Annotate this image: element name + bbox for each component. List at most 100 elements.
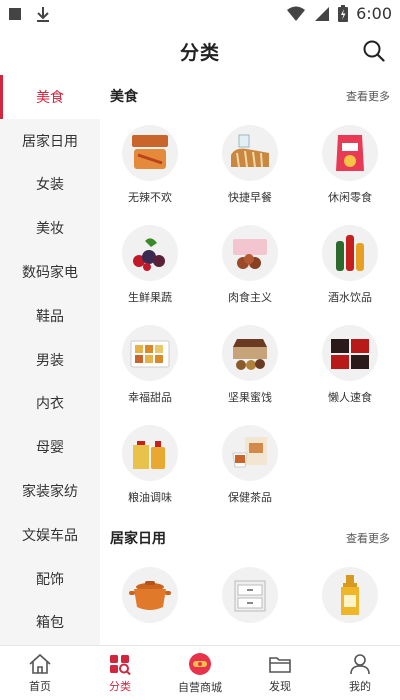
tab-label: 自营商城 (178, 680, 222, 694)
view-more-link[interactable]: 查看更多 (346, 530, 390, 546)
subcategory-label: 保健茶品 (228, 491, 272, 504)
sidebar-item-underwear[interactable]: 内衣 (0, 382, 100, 426)
subcategory-label: 无辣不欢 (128, 191, 172, 204)
notification-square-icon (9, 7, 21, 20)
subcategory-item[interactable] (100, 559, 200, 645)
sidebar-item-label: 居家日用 (22, 133, 78, 150)
sidebar-item-home-textile[interactable]: 家装家纺 (0, 469, 100, 513)
mall-icon (189, 652, 211, 675)
section-title: 居家日用 (110, 531, 166, 547)
sidebar-item-accessories[interactable]: 配饰 (0, 557, 100, 601)
sidebar-item-beauty[interactable]: 美妆 (0, 206, 100, 250)
tab-profile[interactable]: 我的 (320, 646, 400, 700)
shampoo-icon (322, 567, 378, 623)
nuts-icon (222, 325, 278, 381)
tab-discover[interactable]: 发现 (240, 646, 320, 700)
sidebar-item-food[interactable]: 美食 (0, 75, 100, 119)
sidebar-item-label: 男装 (36, 352, 64, 369)
subcategory-label: 坚果蜜饯 (228, 391, 272, 404)
subcategory-label: 肉食主义 (228, 291, 272, 304)
battery-icon (338, 5, 349, 22)
subcategory-label: 快捷早餐 (228, 191, 272, 204)
subcategory-item[interactable] (200, 559, 300, 645)
subcategory-item[interactable]: 保健茶品 (200, 417, 300, 517)
subcategory-label: 休闲零食 (328, 191, 372, 204)
wifi-icon (287, 6, 306, 21)
sidebar-item-label: 配饰 (36, 571, 64, 588)
sidebar-item-label: 家装家纺 (22, 484, 78, 501)
subcategory-item[interactable]: 快捷早餐 (200, 117, 300, 217)
sidebar-item-label: 数码家电 (22, 265, 78, 282)
subcategory-item[interactable]: 坚果蜜饯 (200, 317, 300, 417)
view-more-link[interactable]: 查看更多 (346, 88, 390, 104)
meat-icon (222, 225, 278, 281)
subcategory-grid-food: 无辣不欢 快捷早餐 休闲零食 生鲜果蔬 肉食主义 酒水饮品 幸福甜品 坚果蜜饯 … (100, 117, 400, 517)
subcategory-item[interactable]: 休闲零食 (300, 117, 400, 217)
pot-icon (122, 567, 178, 623)
tab-mall[interactable]: 自营商城 (160, 646, 240, 700)
sidebar-item-label: 美妆 (36, 221, 64, 238)
instant-food-icon (322, 325, 378, 381)
subcategory-label: 懒人速食 (328, 391, 372, 404)
sidebar-item-digital[interactable]: 数码家电 (0, 250, 100, 294)
tab-label: 发现 (269, 679, 291, 693)
download-icon (37, 6, 49, 22)
category-content: 美食 查看更多 无辣不欢 快捷早餐 休闲零食 生鲜果蔬 肉食主义 酒水饮品 幸福… (100, 75, 400, 645)
spicy-snack-icon (122, 125, 178, 181)
subcategory-label: 酒水饮品 (328, 291, 372, 304)
category-sidebar: 美食 居家日用 女装 美妆 数码家电 鞋品 男装 内衣 母婴 家装家纺 文娱车品… (0, 75, 100, 645)
status-bar: 6:00 (0, 0, 400, 27)
signal-icon (315, 6, 330, 21)
home-icon (29, 653, 51, 674)
subcategory-label: 粮油调味 (128, 491, 172, 504)
user-icon (350, 653, 370, 674)
subcategory-item[interactable]: 生鲜果蔬 (100, 217, 200, 317)
bottom-tab-bar: 首页 分类 自营商城 发现 我的 (0, 645, 400, 700)
tab-label: 我的 (349, 679, 371, 693)
tab-category[interactable]: 分类 (80, 646, 160, 700)
clock-time: 6:00 (356, 4, 392, 23)
subcategory-item[interactable]: 幸福甜品 (100, 317, 200, 417)
subcategory-item[interactable]: 酒水饮品 (300, 217, 400, 317)
tab-home[interactable]: 首页 (0, 646, 80, 700)
section-title: 美食 (110, 89, 138, 105)
sidebar-item-household[interactable]: 居家日用 (0, 119, 100, 163)
sidebar-item-bags[interactable]: 箱包 (0, 601, 100, 645)
oil-icon (122, 425, 178, 481)
sidebar-item-label: 文娱车品 (22, 527, 78, 544)
bread-icon (222, 125, 278, 181)
subcategory-label: 幸福甜品 (128, 391, 172, 404)
sidebar-item-label: 鞋品 (36, 308, 64, 325)
snack-bag-icon (322, 125, 378, 181)
sidebar-item-label: 内衣 (36, 396, 64, 413)
sidebar-item-label: 箱包 (36, 615, 64, 632)
section-header-food: 美食 查看更多 (100, 75, 400, 117)
folder-icon (269, 656, 291, 673)
sidebar-item-label: 女装 (36, 177, 64, 194)
tea-icon (222, 425, 278, 481)
dessert-icon (122, 325, 178, 381)
top-header: 分类 (0, 27, 400, 75)
sidebar-item-shoes[interactable]: 鞋品 (0, 294, 100, 338)
tab-label: 分类 (109, 679, 131, 693)
subcategory-item[interactable]: 懒人速食 (300, 317, 400, 417)
sidebar-item-entertainment-car[interactable]: 文娱车品 (0, 513, 100, 557)
section-header-household: 居家日用 查看更多 (100, 517, 400, 559)
sidebar-item-label: 美食 (36, 89, 64, 106)
subcategory-item[interactable] (300, 559, 400, 645)
storage-box-icon (222, 567, 278, 623)
sidebar-item-menswear[interactable]: 男装 (0, 338, 100, 382)
fruit-icon (122, 225, 178, 281)
tab-label: 首页 (29, 679, 51, 693)
sidebar-item-label: 母婴 (36, 440, 64, 457)
subcategory-item[interactable]: 无辣不欢 (100, 117, 200, 217)
page-title: 分类 (179, 41, 220, 64)
search-icon[interactable] (362, 39, 386, 63)
subcategory-grid-household (100, 559, 400, 645)
sidebar-item-womenswear[interactable]: 女装 (0, 163, 100, 207)
category-icon (110, 654, 131, 675)
subcategory-label: 生鲜果蔬 (128, 291, 172, 304)
sidebar-item-baby[interactable]: 母婴 (0, 425, 100, 469)
subcategory-item[interactable]: 肉食主义 (200, 217, 300, 317)
subcategory-item[interactable]: 粮油调味 (100, 417, 200, 517)
